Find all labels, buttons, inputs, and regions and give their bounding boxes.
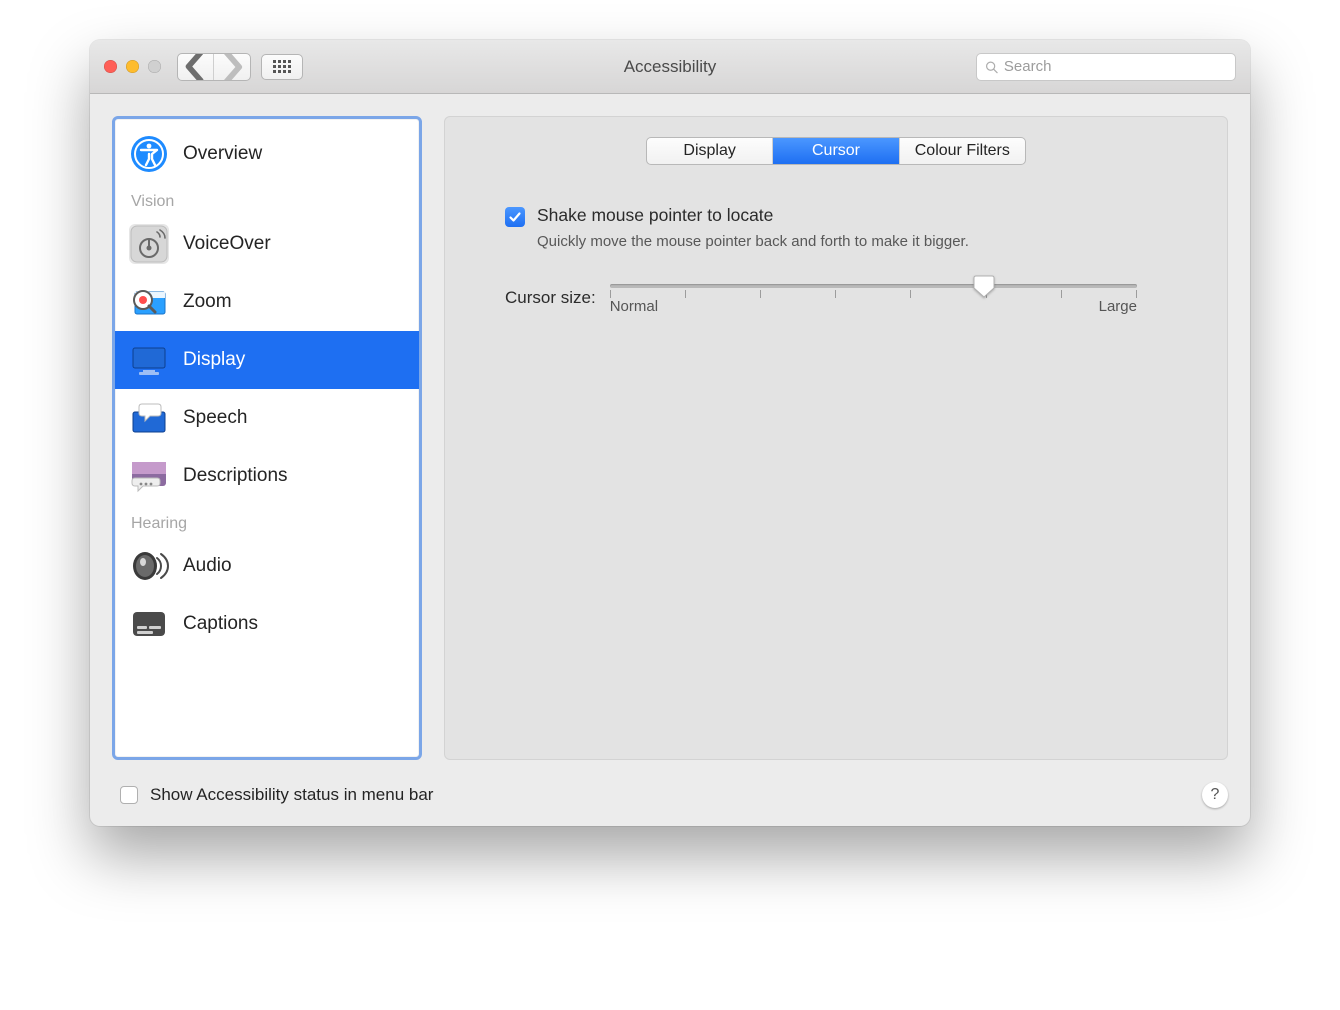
captions-icon: [129, 604, 169, 644]
sidebar: Overview Vision VoiceOver Zoom Displa: [112, 116, 422, 760]
sidebar-item-label: Descriptions: [183, 465, 288, 487]
sidebar-item-overview[interactable]: Overview: [115, 125, 419, 183]
body: Overview Vision VoiceOver Zoom Displa: [90, 94, 1250, 774]
shake-pointer-title: Shake mouse pointer to locate: [537, 205, 969, 226]
help-button[interactable]: ?: [1202, 782, 1228, 808]
shake-pointer-checkbox[interactable]: [505, 207, 525, 227]
voiceover-icon: [129, 224, 169, 264]
zoom-window-button[interactable]: [148, 60, 161, 73]
footer: Show Accessibility status in menu bar ?: [90, 774, 1250, 826]
slider-max-label: Large: [1099, 298, 1137, 315]
search-input[interactable]: [1004, 58, 1227, 75]
search-field[interactable]: [976, 53, 1236, 81]
cursor-size-slider[interactable]: Normal Large: [610, 280, 1137, 315]
forward-button: [214, 54, 250, 80]
sidebar-section-hearing: Hearing: [115, 505, 419, 537]
tab-bar: Display Cursor Colour Filters: [646, 137, 1026, 165]
content-pane: Display Cursor Colour Filters Shake mous…: [444, 116, 1228, 760]
grid-icon: [273, 60, 291, 73]
show-all-button[interactable]: [261, 54, 303, 80]
zoom-icon: [129, 282, 169, 322]
display-icon: [129, 340, 169, 380]
slider-end-labels: Normal Large: [610, 298, 1137, 315]
tab-cursor[interactable]: Cursor: [773, 138, 899, 164]
titlebar: Accessibility: [90, 40, 1250, 94]
close-window-button[interactable]: [104, 60, 117, 73]
speech-icon: [129, 398, 169, 438]
sidebar-item-label: Zoom: [183, 291, 232, 313]
slider-ticks: [610, 290, 1137, 298]
accessibility-icon: [129, 134, 169, 174]
shake-pointer-option: Shake mouse pointer to locate Quickly mo…: [505, 205, 1137, 252]
shake-pointer-text: Shake mouse pointer to locate Quickly mo…: [537, 205, 969, 252]
sidebar-item-label: Overview: [183, 143, 262, 165]
descriptions-icon: [129, 456, 169, 496]
sidebar-item-label: Audio: [183, 555, 232, 577]
slider-thumb[interactable]: [973, 274, 995, 298]
show-status-label: Show Accessibility status in menu bar: [150, 785, 433, 805]
sidebar-item-label: Display: [183, 349, 245, 371]
back-button[interactable]: [178, 54, 214, 80]
slider-track: [610, 284, 1137, 288]
tab-colour-filters[interactable]: Colour Filters: [900, 138, 1025, 164]
window-controls: [104, 60, 161, 73]
help-icon: ?: [1211, 786, 1220, 804]
sidebar-item-speech[interactable]: Speech: [115, 389, 419, 447]
cursor-size-label: Cursor size:: [505, 288, 596, 308]
sidebar-item-label: Speech: [183, 407, 247, 429]
sidebar-item-label: VoiceOver: [183, 233, 271, 255]
chevron-right-icon: [214, 53, 250, 81]
audio-icon: [129, 546, 169, 586]
nav-buttons: [177, 53, 251, 81]
show-status-checkbox[interactable]: [120, 786, 138, 804]
search-icon: [985, 60, 998, 74]
sidebar-item-captions[interactable]: Captions: [115, 595, 419, 653]
sidebar-item-zoom[interactable]: Zoom: [115, 273, 419, 331]
sidebar-item-audio[interactable]: Audio: [115, 537, 419, 595]
slider-thumb-icon: [973, 274, 995, 298]
checkmark-icon: [508, 210, 522, 224]
sidebar-item-descriptions[interactable]: Descriptions: [115, 447, 419, 505]
sidebar-section-vision: Vision: [115, 183, 419, 215]
cursor-panel: Shake mouse pointer to locate Quickly mo…: [445, 165, 1227, 355]
shake-pointer-subtitle: Quickly move the mouse pointer back and …: [537, 232, 969, 252]
sidebar-item-voiceover[interactable]: VoiceOver: [115, 215, 419, 273]
slider-min-label: Normal: [610, 298, 658, 315]
sidebar-item-display[interactable]: Display: [115, 331, 419, 389]
minimize-window-button[interactable]: [126, 60, 139, 73]
cursor-size-row: Cursor size: Normal Large: [505, 280, 1137, 315]
sidebar-item-label: Captions: [183, 613, 258, 635]
chevron-left-icon: [178, 53, 213, 81]
preferences-window: Accessibility Overview Vision VoiceOver: [90, 40, 1250, 826]
tab-display[interactable]: Display: [647, 138, 773, 164]
